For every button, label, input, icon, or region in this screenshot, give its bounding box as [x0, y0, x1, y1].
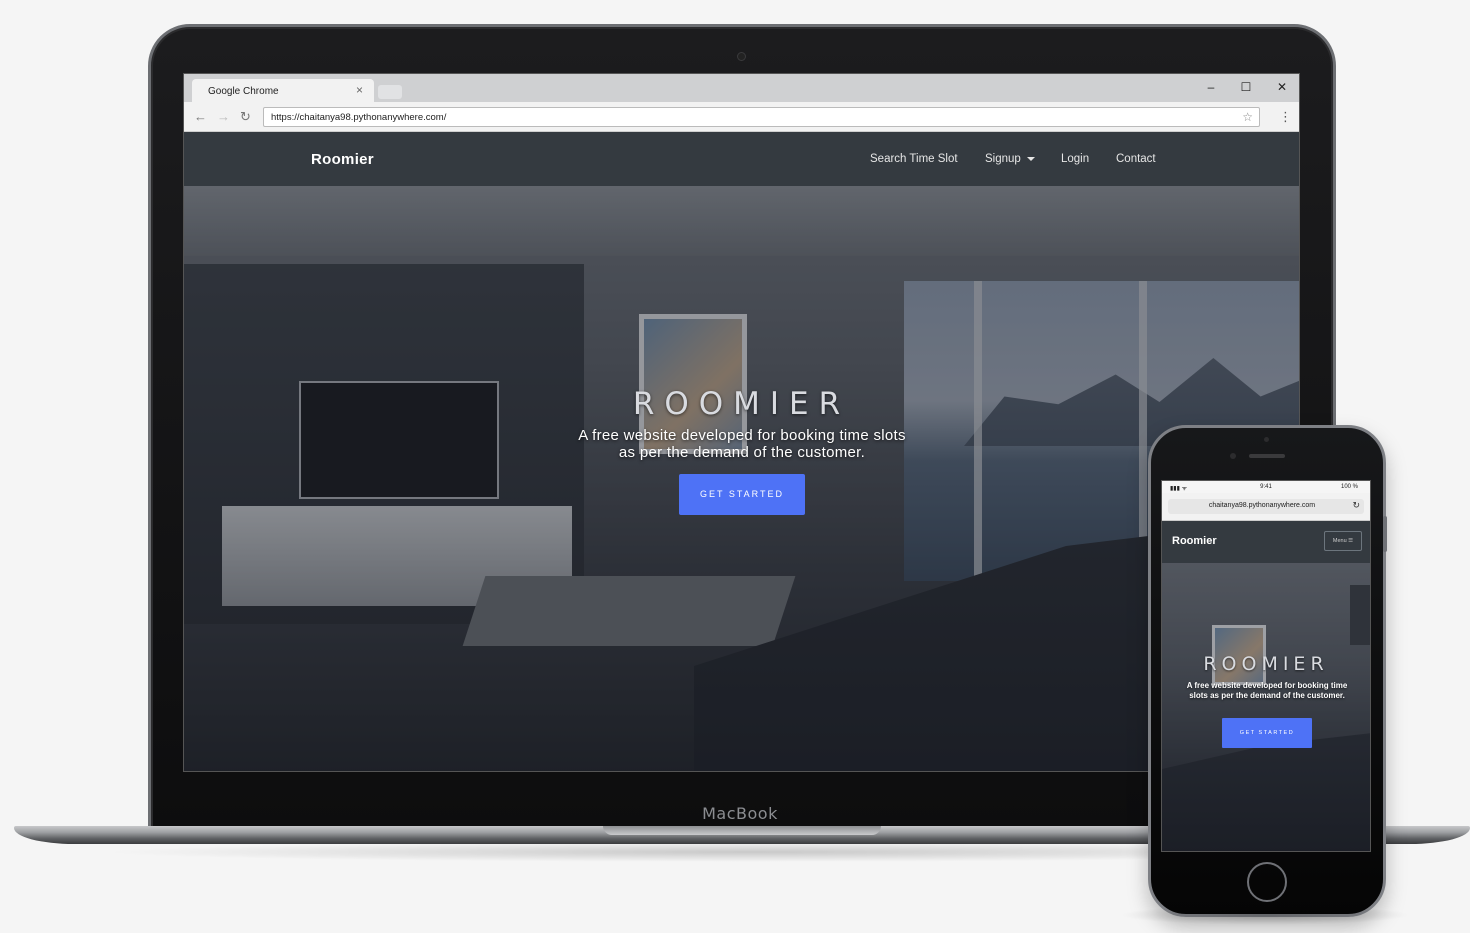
phone-site-navbar: Roomier Menu ☰: [1162, 521, 1370, 563]
phone-sensor: [1264, 437, 1269, 442]
minimize-icon[interactable]: –: [1201, 80, 1221, 94]
browser-menu-icon[interactable]: ⋮: [1279, 109, 1292, 125]
menu-toggle-button[interactable]: Menu ☰: [1324, 531, 1362, 551]
browser-tab-bar: Google Chrome × – ☐ ✕: [184, 74, 1299, 102]
hero-overlay: [1162, 563, 1370, 851]
site-brand[interactable]: Roomier: [311, 151, 374, 168]
reload-icon[interactable]: ↻: [240, 109, 251, 125]
phone-hero-subtitle: A free website developed for booking tim…: [1186, 681, 1348, 700]
nav-link-login[interactable]: Login: [1061, 153, 1089, 165]
maximize-icon[interactable]: ☐: [1236, 80, 1256, 94]
new-tab-button[interactable]: [378, 85, 402, 99]
phone-address-bar: chaitanya98.pythonanywhere.com ↻: [1162, 493, 1370, 521]
nav-link-search-time-slot[interactable]: Search Time Slot: [870, 153, 958, 165]
forward-icon[interactable]: →: [217, 109, 230, 124]
phone-side-button: [1383, 516, 1387, 552]
site-navbar: Roomier Search Time Slot Signup Login Co…: [184, 132, 1299, 186]
nav-link-signup-label: Signup: [985, 153, 1021, 165]
phone-site-brand[interactable]: Roomier: [1172, 535, 1217, 547]
reload-icon[interactable]: ↻: [1352, 500, 1360, 511]
nav-link-signup[interactable]: Signup: [985, 153, 1035, 165]
browser-toolbar: ← → ↻ https://chaitanya98.pythonanywhere…: [184, 102, 1299, 132]
tab-close-icon[interactable]: ×: [356, 83, 363, 97]
laptop-camera: [737, 52, 746, 61]
phone-status-bar: ▮▮▮ ᯤ 9:41 100 %: [1162, 481, 1370, 493]
get-started-button[interactable]: GET STARTED: [679, 474, 805, 515]
address-bar-url: https://chaitanya98.pythonanywhere.com/: [271, 112, 447, 123]
nav-link-contact[interactable]: Contact: [1116, 153, 1156, 165]
hero-subtitle: A free website developed for booking tim…: [542, 427, 942, 461]
back-icon[interactable]: ←: [194, 109, 207, 124]
hero-title: ROOMIER: [632, 386, 851, 422]
phone-hero-title: ROOMIER: [1203, 653, 1329, 675]
laptop-notch: [603, 826, 881, 835]
phone-shadow: [1120, 905, 1410, 925]
phone-camera: [1230, 453, 1236, 459]
battery-indicator: 100 %: [1340, 484, 1358, 490]
phone-url-text: chaitanya98.pythonanywhere.com: [1208, 502, 1316, 509]
bookmark-star-icon[interactable]: ☆: [1242, 110, 1253, 124]
address-bar[interactable]: https://chaitanya98.pythonanywhere.com/ …: [263, 107, 1260, 127]
phone-screen: ▮▮▮ ᯤ 9:41 100 % chaitanya98.pythonanywh…: [1161, 480, 1371, 852]
laptop-screen: Google Chrome × – ☐ ✕ ← → ↻ https://chai…: [183, 73, 1300, 772]
hero-section: ROOMIER A free website developed for boo…: [184, 186, 1299, 771]
phone-hero-section: ROOMIER A free website developed for boo…: [1162, 563, 1370, 851]
hero-subtitle-line: A free website developed for booking tim…: [578, 427, 906, 444]
chevron-down-icon: [1026, 156, 1035, 161]
phone-get-started-button[interactable]: GET STARTED: [1222, 718, 1312, 748]
browser-tab-title: Google Chrome: [208, 86, 279, 97]
phone-speaker: [1249, 454, 1285, 458]
phone-home-button: [1247, 862, 1287, 902]
status-time: 9:41: [1260, 484, 1272, 490]
close-window-icon[interactable]: ✕: [1272, 80, 1292, 94]
hero-subtitle-line: as per the demand of the customer.: [618, 444, 866, 461]
phone-url-field[interactable]: chaitanya98.pythonanywhere.com ↻: [1168, 499, 1364, 514]
